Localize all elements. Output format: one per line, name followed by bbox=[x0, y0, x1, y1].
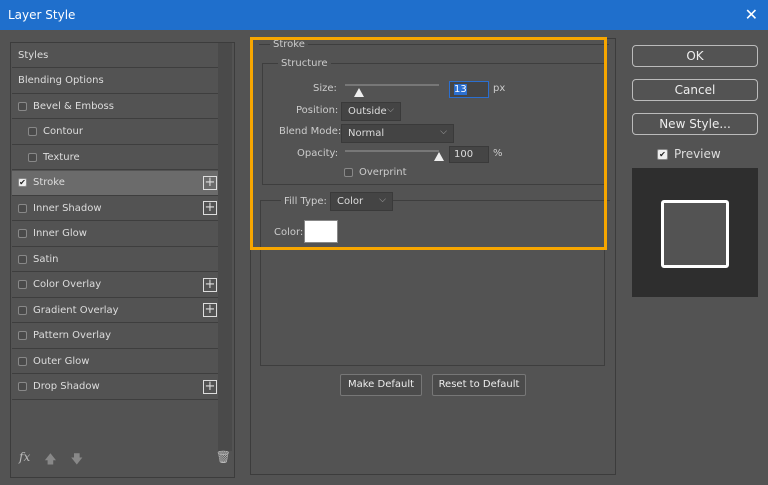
sidebar-scrollbar[interactable] bbox=[218, 43, 232, 451]
sidebar-item-label: Color Overlay bbox=[33, 279, 102, 290]
checkbox[interactable] bbox=[28, 127, 37, 136]
sidebar-item-label: Satin bbox=[33, 253, 59, 265]
make-default-button[interactable]: Make Default bbox=[340, 374, 422, 396]
sidebar-item-color-overlay[interactable]: Color Overlay + bbox=[12, 273, 218, 298]
sidebar-item-label: Outer Glow bbox=[33, 355, 90, 367]
sidebar-item-label: Pattern Overlay bbox=[33, 330, 112, 341]
add-icon[interactable]: + bbox=[203, 277, 217, 292]
checkbox[interactable] bbox=[18, 382, 27, 391]
ok-button[interactable]: OK bbox=[632, 45, 758, 67]
checkbox[interactable]: ✔ bbox=[18, 178, 27, 187]
add-icon[interactable]: + bbox=[203, 201, 217, 215]
add-icon[interactable]: + bbox=[203, 303, 217, 317]
checkbox[interactable] bbox=[18, 254, 27, 264]
sidebar-item-label: Texture bbox=[43, 151, 80, 163]
checkbox[interactable] bbox=[18, 229, 27, 238]
styles-sidebar: Styles Blending Options Bevel & Emboss Cont… bbox=[10, 42, 235, 478]
checkbox[interactable] bbox=[18, 101, 27, 111]
checkbox[interactable] bbox=[18, 331, 27, 340]
sidebar-item-label: Inner Glow bbox=[33, 228, 87, 239]
sidebar-item-styles[interactable]: Styles bbox=[12, 43, 218, 68]
fx-icon[interactable]: fx bbox=[19, 450, 30, 471]
sidebar-item-label: Drop Shadow bbox=[33, 381, 100, 392]
move-up-icon[interactable]: 🡅 bbox=[44, 450, 56, 471]
checkbox[interactable] bbox=[18, 280, 27, 289]
highlight-box bbox=[250, 37, 607, 250]
fill-panel-area bbox=[260, 248, 605, 366]
trash-icon[interactable]: 🗑 bbox=[216, 450, 231, 471]
checkbox[interactable] bbox=[18, 203, 27, 213]
sidebar-item-label: Inner Shadow bbox=[33, 202, 102, 214]
add-icon[interactable]: + bbox=[203, 379, 217, 394]
title-bar: Layer Style bbox=[0, 0, 768, 30]
preview-thumbnail bbox=[632, 168, 758, 297]
window-title: Layer Style bbox=[8, 8, 76, 22]
checkbox[interactable] bbox=[18, 305, 27, 315]
sidebar-item-label: Styles bbox=[18, 49, 49, 61]
preview-label: Preview bbox=[674, 147, 721, 161]
checkbox[interactable] bbox=[18, 356, 27, 366]
sidebar-footer: fx 🡅 🡇 🗑 bbox=[19, 450, 231, 471]
sidebar-item-stroke[interactable]: ✔ Stroke + bbox=[12, 170, 218, 196]
sidebar-item-inner-glow[interactable]: Inner Glow bbox=[12, 222, 218, 247]
sidebar-item-label: Stroke bbox=[33, 177, 65, 188]
sidebar-item-drop-shadow[interactable]: Drop Shadow + bbox=[12, 375, 218, 400]
sidebar-item-label: Blending Options bbox=[18, 75, 104, 86]
cancel-button[interactable]: Cancel bbox=[632, 79, 758, 101]
checkmark-icon[interactable]: ✔ bbox=[657, 148, 668, 160]
sidebar-item-label: Gradient Overlay bbox=[33, 304, 119, 316]
preview-shape bbox=[661, 200, 729, 268]
sidebar-item-inner-shadow[interactable]: Inner Shadow + bbox=[12, 196, 218, 221]
new-style-button[interactable]: New Style... bbox=[632, 113, 758, 135]
reset-default-button[interactable]: Reset to Default bbox=[432, 374, 526, 396]
sidebar-item-blending-options[interactable]: Blending Options bbox=[12, 69, 218, 94]
sidebar-item-gradient-overlay[interactable]: Gradient Overlay + bbox=[12, 298, 218, 323]
sidebar-item-label: Bevel & Emboss bbox=[33, 100, 114, 112]
sidebar-item-texture[interactable]: Texture bbox=[12, 145, 218, 170]
close-icon[interactable]: ✕ bbox=[745, 5, 758, 24]
add-icon[interactable]: + bbox=[203, 175, 217, 190]
sidebar-item-pattern-overlay[interactable]: Pattern Overlay bbox=[12, 324, 218, 349]
sidebar-item-bevel-emboss[interactable]: Bevel & Emboss bbox=[12, 94, 218, 119]
move-down-icon[interactable]: 🡇 bbox=[71, 450, 83, 471]
sidebar-item-satin[interactable]: Satin bbox=[12, 247, 218, 272]
sidebar-item-outer-glow[interactable]: Outer Glow bbox=[12, 349, 218, 374]
preview-checkbox[interactable]: ✔ Preview bbox=[657, 147, 721, 161]
sidebar-item-label: Contour bbox=[43, 126, 83, 137]
checkbox[interactable] bbox=[28, 152, 37, 162]
sidebar-item-contour[interactable]: Contour bbox=[12, 120, 218, 145]
